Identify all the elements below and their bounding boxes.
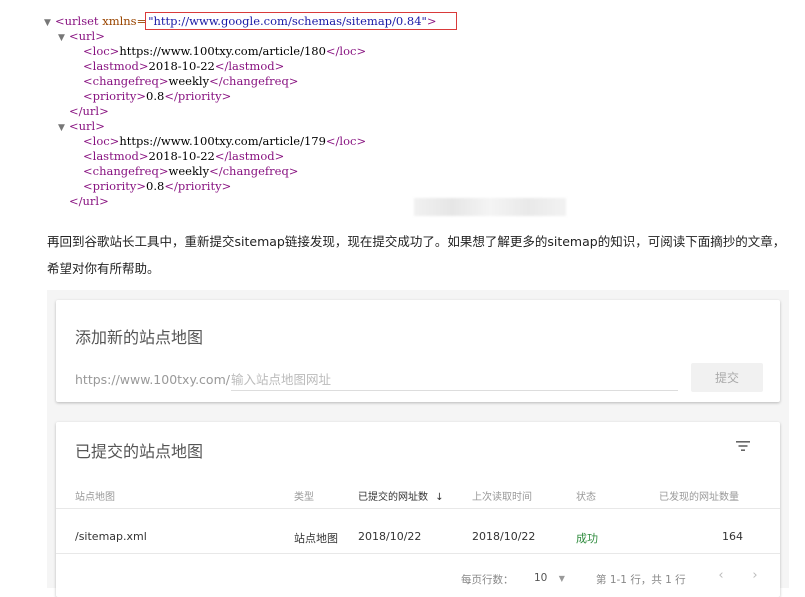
- xml-close-tag: </changefreq>: [209, 74, 299, 88]
- col-header-last-read[interactable]: 上次读取时间: [472, 488, 532, 503]
- sort-arrow-down-icon: ↓: [435, 492, 444, 503]
- xml-open-tag: <url>: [69, 119, 105, 133]
- col-header-type[interactable]: 类型: [294, 488, 314, 503]
- xml-text: https://www.100txy.com/article/180: [119, 44, 326, 58]
- cell-last-read: 2018/10/22: [472, 530, 536, 543]
- xml-text: 2018-10-22: [148, 59, 215, 73]
- submit-button[interactable]: 提交: [691, 363, 763, 392]
- col-header-discovered[interactable]: 已发现的网址数量: [659, 488, 739, 503]
- cell-sitemap: /sitemap.xml: [75, 530, 147, 543]
- cell-type: 站点地图: [294, 532, 338, 545]
- xml-open-tag: <loc>: [83, 134, 120, 148]
- xml-open-tag: <changefreq>: [83, 74, 169, 88]
- xml-line: <lastmod>2018-10-22</lastmod>: [44, 59, 604, 74]
- xml-close-tag: </priority>: [164, 179, 232, 193]
- add-sitemap-title: 添加新的站点地图: [75, 328, 204, 347]
- xml-close-tag: </loc>: [325, 134, 367, 148]
- rows-per-page-select[interactable]: 10 ▼: [534, 572, 565, 584]
- col-header-sitemap[interactable]: 站点地图: [75, 488, 115, 503]
- cell-status: 成功: [576, 532, 598, 545]
- xml-close-tag: </url>: [69, 194, 109, 208]
- article-paragraph: 再回到谷歌站长工具中，重新提交sitemap链接发现，现在提交成功了。如果想了解…: [47, 234, 786, 276]
- xml-attr-name: xmlns=: [102, 14, 147, 28]
- add-sitemap-card: 添加新的站点地图 https://www.100txy.com/ 提交: [56, 300, 780, 402]
- xml-text: 0.8: [146, 179, 165, 193]
- xml-line: </url>: [44, 104, 604, 119]
- xml-close-bracket: >: [426, 14, 437, 28]
- table-header-divider: [56, 508, 780, 509]
- xml-open-tag: <lastmod>: [83, 149, 149, 163]
- xml-close-tag: </lastmod>: [214, 149, 285, 163]
- xml-text: weekly: [168, 164, 210, 178]
- site-url-prefix: https://www.100txy.com/: [75, 372, 230, 387]
- rows-per-page-label: 每页行数：: [461, 574, 514, 586]
- xml-line-urlset: ▼ <urlset xmlns= "http://www.google.com/sc…: [44, 12, 604, 30]
- xml-text: 0.8: [146, 89, 165, 103]
- xml-close-tag: </changefreq>: [209, 164, 299, 178]
- xml-open-tag: <url>: [69, 29, 105, 43]
- xml-line: ▼ <url>: [44, 29, 604, 44]
- cell-submitted: 2018/10/22: [358, 530, 422, 543]
- rows-per-page-value: 10: [534, 572, 548, 584]
- search-console-panel: 添加新的站点地图 https://www.100txy.com/ 提交 已提交的…: [47, 290, 789, 597]
- xml-close-tag: </priority>: [164, 89, 232, 103]
- col-header-status[interactable]: 状态: [576, 488, 596, 503]
- xml-close-tag: </lastmod>: [214, 59, 285, 73]
- xml-close-tag: </url>: [69, 104, 109, 118]
- xml-line: <changefreq>weekly</changefreq>: [44, 74, 604, 89]
- xml-text: weekly: [168, 74, 210, 88]
- table-row-divider: [56, 553, 780, 554]
- prev-page-icon[interactable]: ‹: [712, 568, 730, 586]
- xml-line: <priority>0.8</priority>: [44, 179, 604, 194]
- xml-close-tag: </loc>: [325, 44, 367, 58]
- submitted-sitemaps-card: 已提交的站点地图 站点地图 类型 已提交的网址数 ↓ 上次读取时间 状态 已发现…: [56, 422, 780, 597]
- next-page-icon[interactable]: ›: [746, 568, 764, 586]
- xml-open-tag: <priority>: [83, 179, 147, 193]
- submitted-sitemaps-title: 已提交的站点地图: [75, 442, 204, 461]
- xml-text: https://www.100txy.com/article/179: [119, 134, 326, 148]
- xml-attr-value: "http://www.google.com/schemas/sitemap/0…: [148, 14, 427, 28]
- col-header-submitted[interactable]: 已提交的网址数 ↓: [358, 488, 444, 503]
- xml-line: <loc>https://www.100txy.com/article/179<…: [44, 134, 604, 149]
- col-header-submitted-label: 已提交的网址数: [358, 492, 428, 503]
- sitemap-url-input[interactable]: [231, 368, 678, 391]
- xml-open-tag: <loc>: [83, 44, 120, 58]
- xml-open-tag: <changefreq>: [83, 164, 169, 178]
- xml-line: <priority>0.8</priority>: [44, 89, 604, 104]
- xml-open-tag: <lastmod>: [83, 59, 149, 73]
- cell-discovered: 164: [722, 530, 743, 543]
- xml-line: <lastmod>2018-10-22</lastmod>: [44, 149, 604, 164]
- xml-open-tag: <urlset: [55, 14, 103, 28]
- xml-highlight-box: "http://www.google.com/schemas/sitemap/0…: [145, 12, 458, 30]
- blurred-watermark: [414, 198, 566, 216]
- dropdown-arrow-icon: ▼: [558, 574, 565, 583]
- pagination-range: 第 1-1 行，共 1 行: [596, 574, 686, 586]
- xml-text: 2018-10-22: [148, 149, 215, 163]
- xml-open-tag: <priority>: [83, 89, 147, 103]
- xml-line: <changefreq>weekly</changefreq>: [44, 164, 604, 179]
- xml-line: <loc>https://www.100txy.com/article/180<…: [44, 44, 604, 59]
- xml-viewer: ▼ <urlset xmlns= "http://www.google.com/sc…: [44, 12, 604, 209]
- filter-icon[interactable]: [732, 437, 754, 455]
- xml-line: ▼ <url>: [44, 119, 604, 134]
